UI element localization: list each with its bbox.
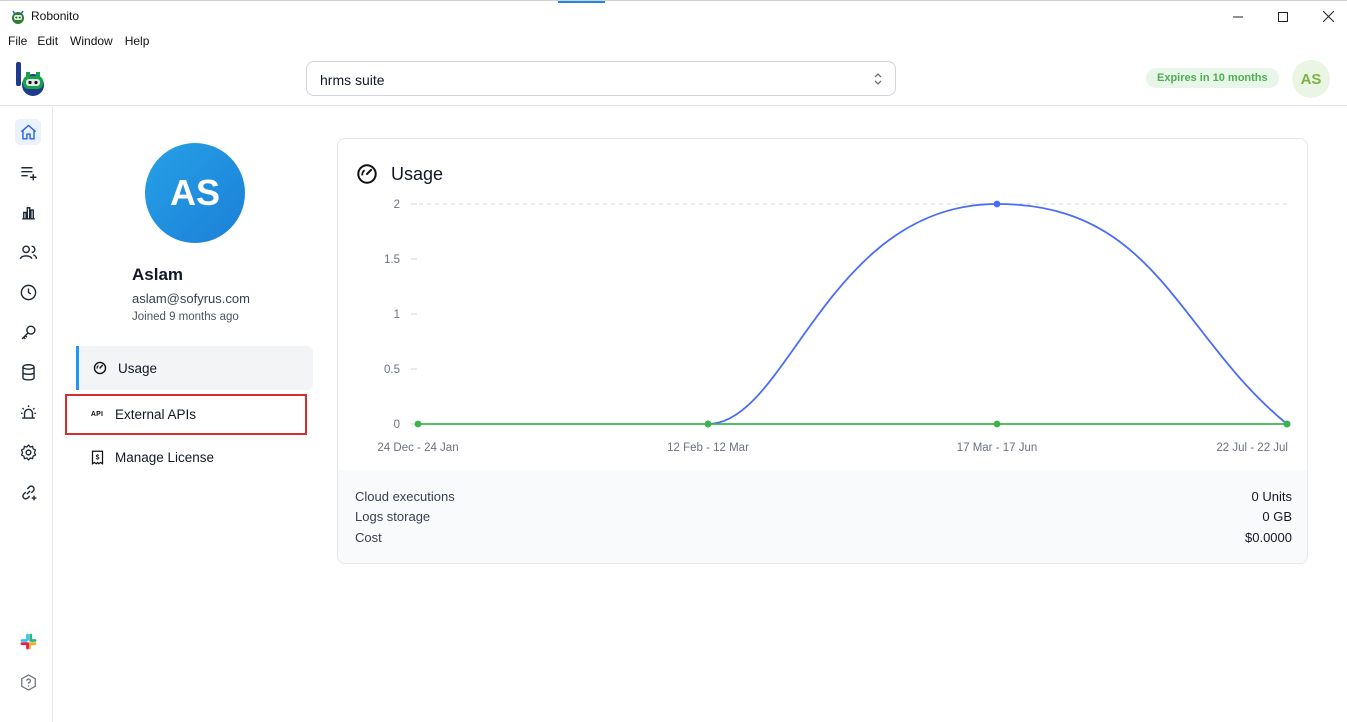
nav-manage-license-label: Manage License <box>115 449 215 465</box>
summary-value: 0 Units <box>1251 489 1292 504</box>
profile-name: Aslam <box>132 265 184 284</box>
y-tick-label: 1.5 <box>384 254 400 266</box>
summary-label: Cloud executions <box>355 489 455 504</box>
close-icon <box>1322 11 1334 22</box>
license-icon: $ <box>89 449 105 465</box>
chevron-up-down-icon <box>874 73 882 85</box>
key-icon <box>21 324 36 339</box>
title-accent-line <box>558 1 605 3</box>
menu-edit[interactable]: Edit <box>27 31 58 51</box>
svg-text:$: $ <box>95 454 99 461</box>
summary-label: Logs storage <box>355 509 431 524</box>
robonito-logo[interactable] <box>14 59 50 97</box>
menu-file[interactable]: File <box>0 31 27 51</box>
users-icon <box>19 244 37 259</box>
usage-chart: 0 0.5 1 1.5 2 24 Dec - 24 Jan 12 Feb - 12 Mar 1… <box>377 199 1291 454</box>
rail-test-suites[interactable] <box>15 159 41 185</box>
slack-icon <box>20 633 36 649</box>
maximize-icon <box>1278 11 1288 22</box>
menu-window[interactable]: Window <box>58 31 113 51</box>
rail-credentials[interactable] <box>15 319 41 345</box>
nav-usage-label: Usage <box>118 360 158 376</box>
profile-avatar: AS <box>145 143 245 243</box>
nav-manage-license[interactable]: $ Manage License <box>76 435 313 479</box>
summary-value: 0 GB <box>1262 509 1292 524</box>
menu-help[interactable]: Help <box>113 31 150 51</box>
nav-external-apis[interactable]: API External APIs <box>65 394 307 435</box>
rail-users[interactable] <box>15 239 41 265</box>
data-point <box>993 420 1001 428</box>
bar-chart-icon <box>21 206 35 220</box>
settings-icon <box>20 443 36 461</box>
y-tick-label: 1 <box>394 309 400 321</box>
expires-badge: Expires in 10 months <box>1146 68 1279 88</box>
usage-card: Usage 0 0.5 1 1.5 2 24 Dec - 24 Jan 12 Feb - 1… <box>337 138 1308 564</box>
x-tick-label: 17 Mar - 17 Jun <box>957 442 1038 454</box>
series-line <box>707 203 1288 425</box>
rail-integrations[interactable] <box>15 479 41 505</box>
close-button[interactable] <box>1305 1 1347 32</box>
window-title: Robonito <box>31 9 80 23</box>
window-title-bar: Robonito <box>0 0 1347 31</box>
link-add-icon <box>21 484 36 500</box>
data-point <box>1283 420 1291 428</box>
help-icon <box>20 673 36 691</box>
y-tick-label: 0.5 <box>384 364 400 376</box>
data-point <box>993 200 1001 208</box>
x-tick-label: 22 Jul - 22 Jul <box>1216 442 1288 454</box>
summary-value: $0.0000 <box>1245 530 1292 545</box>
x-tick-label: 24 Dec - 24 Jan <box>377 442 458 454</box>
summary-row: Cloud executions 0 Units <box>355 489 1292 509</box>
data-point <box>414 420 422 428</box>
app-icon <box>12 10 24 24</box>
profile-joined: Joined 9 months ago <box>132 311 239 323</box>
gauge-icon <box>92 360 108 376</box>
app-header: hrms suite Expires in 10 months AS <box>0 51 1347 106</box>
nav-external-apis-label: External APIs <box>115 407 197 422</box>
header-avatar[interactable]: AS <box>1292 60 1330 98</box>
minimize-button[interactable] <box>1215 1 1261 32</box>
rail-data[interactable] <box>15 359 41 385</box>
suite-select[interactable]: hrms suite <box>306 61 896 96</box>
y-tick-label: 2 <box>394 199 400 211</box>
maximize-button[interactable] <box>1260 1 1306 32</box>
y-tick-label: 0 <box>394 419 400 431</box>
data-point <box>704 420 712 428</box>
summary-label: Cost <box>355 530 382 545</box>
summary-row: Logs storage 0 GB <box>355 509 1292 529</box>
rail-home[interactable] <box>15 119 41 145</box>
icon-sidebar <box>0 106 53 722</box>
database-icon <box>21 363 35 381</box>
summary-row: Cost $0.0000 <box>355 530 1292 550</box>
x-tick-label: 12 Feb - 12 Mar <box>667 442 749 454</box>
list-add-icon <box>20 166 36 180</box>
profile-email: aslam@sofyrus.com <box>132 291 250 306</box>
menu-bar: File Edit Window Help <box>0 31 149 51</box>
clock-icon <box>20 284 36 300</box>
rail-slack[interactable] <box>15 628 41 654</box>
suite-select-value: hrms suite <box>320 72 385 88</box>
nav-usage[interactable]: Usage <box>76 346 313 390</box>
api-icon: API <box>90 411 104 418</box>
minimize-icon <box>1233 16 1243 17</box>
usage-summary: Cloud executions 0 Units Logs storage 0 … <box>338 470 1307 563</box>
rail-schedules[interactable] <box>15 279 41 305</box>
home-icon <box>20 124 36 140</box>
rail-alerts[interactable] <box>15 399 41 425</box>
rail-help[interactable] <box>15 669 41 695</box>
rail-reports[interactable] <box>15 199 41 225</box>
rail-settings[interactable] <box>15 439 41 465</box>
alarm-icon <box>20 404 36 419</box>
